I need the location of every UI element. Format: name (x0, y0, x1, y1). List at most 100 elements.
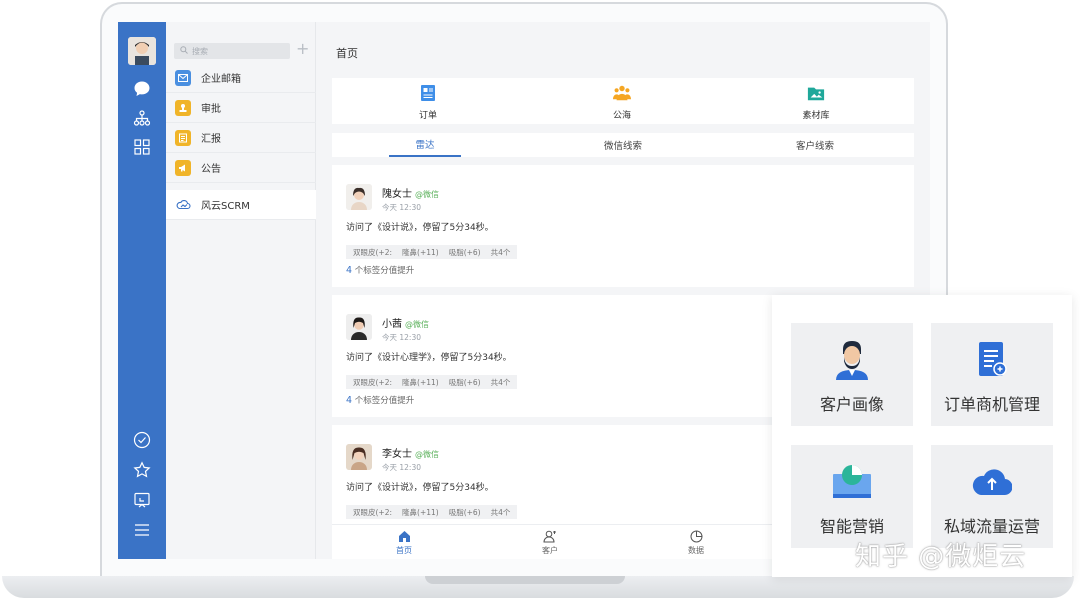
avatar (346, 444, 372, 470)
nav-data[interactable]: 数据 (676, 529, 716, 556)
tab-customer-leads[interactable]: 客户线索 (779, 133, 851, 157)
tag-list: 双眼皮(+2: 隆鼻(+11) 吸脂(+6) 共4个 (346, 505, 518, 519)
watermark: 知乎 @微炬云 (855, 542, 1027, 572)
folder-icon (807, 84, 825, 102)
cloud-icon (175, 197, 191, 213)
feature-tile-private-traffic[interactable]: 私域流量运营 (931, 445, 1053, 548)
menu-icon[interactable] (132, 520, 152, 540)
public-pool-label: 公海 (612, 111, 631, 121)
contact-source: @微信 (405, 320, 429, 329)
avatar[interactable] (128, 37, 156, 65)
tab-wechat-leads[interactable]: 微信线索 (587, 133, 659, 157)
add-button[interactable]: + (296, 39, 309, 59)
chat-icon[interactable] (132, 79, 152, 99)
tag-count: 共4个 (490, 377, 511, 387)
search-placeholder: 搜索 (192, 46, 208, 56)
chart-screen-icon (791, 459, 913, 505)
feature-tile-customer-profile[interactable]: 客户画像 (791, 323, 913, 426)
tag: 隆鼻(+11) (402, 377, 439, 387)
nav-home[interactable]: 首页 (384, 529, 424, 556)
activity-card[interactable]: 隗女士 @微信 今天 12:30 访问了《设计说》，停留了5分34秒。 双眼皮(+… (332, 165, 914, 287)
activity-time: 今天 12:30 (382, 203, 421, 212)
check-circle-icon[interactable] (132, 430, 152, 450)
sidebar-item-announcement[interactable]: 公告 (166, 153, 316, 183)
message-box-icon[interactable] (132, 490, 152, 510)
score-text: 个标签分值提升 (354, 396, 415, 406)
sidebar-item-label: 公告 (201, 164, 221, 175)
tag: 隆鼻(+11) (402, 247, 439, 257)
megaphone-icon (175, 159, 191, 176)
material-library-label: 素材库 (802, 111, 830, 121)
contact-source: @微信 (415, 190, 439, 199)
pie-icon (676, 529, 716, 543)
sidebar-item-label: 审批 (201, 104, 221, 115)
tag: 吸脂(+6) (448, 247, 481, 257)
search-input[interactable]: 搜索 (174, 43, 290, 59)
score-summary: 4 个标签分值提升 (346, 394, 414, 406)
tag: 双眼皮(+2: (353, 247, 393, 257)
apps-grid-icon[interactable] (132, 137, 152, 157)
sidebar-item-label: 企业邮箱 (201, 74, 241, 85)
star-icon[interactable] (132, 460, 152, 480)
avatar (346, 184, 372, 210)
tag: 双眼皮(+2: (353, 507, 393, 517)
tag-list: 双眼皮(+2: 隆鼻(+11) 吸脂(+6) 共4个 (346, 375, 518, 389)
order-action[interactable]: 订单 (398, 84, 458, 121)
sidebar-item-scrm[interactable]: 风云SCRM (166, 190, 316, 220)
score-number: 4 (346, 265, 353, 276)
tag: 吸脂(+6) (448, 377, 481, 387)
score-text: 个标签分值提升 (354, 266, 415, 276)
app-list-panel: 搜索 + 企业邮箱 审批 汇报 公告 风云SCRM (166, 22, 316, 559)
activity-text: 访问了《设计心理学》，停留了5分34秒。 (346, 353, 512, 363)
org-chart-icon[interactable] (132, 108, 152, 128)
people-icon (613, 84, 631, 102)
document-icon (931, 337, 1053, 383)
contact-name: 李女士 @微信 (382, 445, 439, 460)
order-label: 订单 (418, 111, 437, 121)
activity-text: 访问了《设计说》，停留了5分34秒。 (346, 223, 494, 233)
home-icon (384, 529, 424, 543)
cloud-upload-icon (931, 459, 1053, 505)
tag-count: 共4个 (490, 507, 511, 517)
nav-label: 客户 (542, 546, 558, 555)
activity-time: 今天 12:30 (382, 333, 421, 342)
contact-name: 隗女士 @微信 (382, 185, 439, 200)
quick-actions-bar: 订单 公海 素材库 (332, 78, 914, 124)
feature-label: 私域流量运营 (943, 517, 1040, 536)
nav-label: 数据 (688, 546, 704, 555)
tag-list: 双眼皮(+2: 隆鼻(+11) 吸脂(+6) 共4个 (346, 245, 518, 259)
tag-count: 共4个 (490, 247, 511, 257)
feature-panel: 客户画像 订单商机管理 智能营销 私域流量运营 (772, 295, 1072, 577)
laptop-notch (425, 576, 625, 584)
sidebar-item-report[interactable]: 汇报 (166, 123, 316, 153)
sidebar-item-approval[interactable]: 审批 (166, 93, 316, 123)
tag: 隆鼻(+11) (402, 507, 439, 517)
avatar (346, 314, 372, 340)
mail-icon (175, 69, 191, 86)
feature-label: 智能营销 (819, 517, 884, 536)
sidebar-item-label: 风云SCRM (201, 201, 250, 212)
sidebar-item-mail[interactable]: 企业邮箱 (166, 63, 316, 93)
activity-time: 今天 12:30 (382, 463, 421, 472)
person-icon (791, 337, 913, 383)
stamp-icon (175, 99, 191, 116)
customer-icon (530, 529, 570, 543)
nav-customer[interactable]: 客户 (530, 529, 570, 556)
tag: 双眼皮(+2: (353, 377, 393, 387)
sidebar-item-label: 汇报 (201, 134, 221, 145)
feature-label: 订单商机管理 (943, 395, 1040, 414)
tab-radar[interactable]: 雷达 (389, 133, 461, 157)
contact-name-text: 李女士 (382, 449, 412, 460)
icon-sidebar (118, 22, 166, 559)
public-pool-action[interactable]: 公海 (592, 84, 652, 121)
feature-tile-order-management[interactable]: 订单商机管理 (931, 323, 1053, 426)
tag: 吸脂(+6) (448, 507, 481, 517)
material-library-action[interactable]: 素材库 (786, 84, 846, 121)
contact-source: @微信 (415, 450, 439, 459)
contact-name: 小茜 @微信 (382, 315, 429, 330)
feature-label: 客户画像 (819, 395, 884, 414)
contact-name-text: 小茜 (382, 319, 402, 330)
score-summary: 4 个标签分值提升 (346, 264, 414, 276)
report-icon (175, 129, 191, 146)
feature-tile-smart-marketing[interactable]: 智能营销 (791, 445, 913, 548)
